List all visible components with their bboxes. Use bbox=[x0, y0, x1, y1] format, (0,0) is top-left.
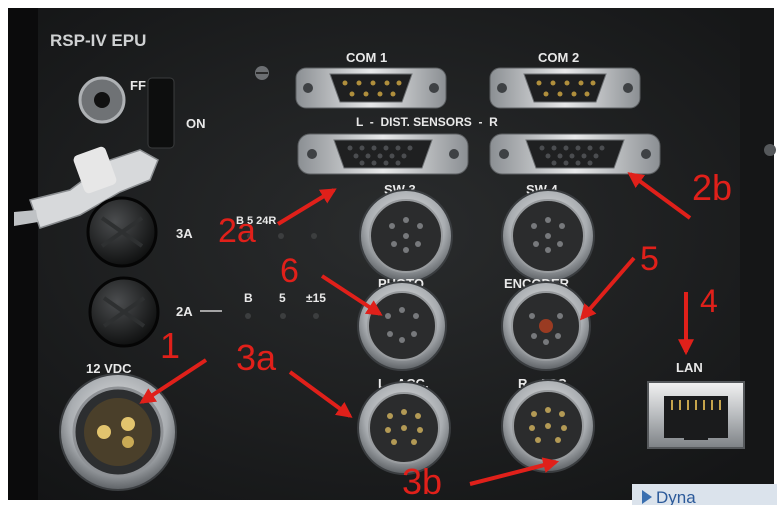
annotation-2a: 2a bbox=[218, 212, 256, 250]
fuse-2a-label: 2A bbox=[176, 304, 193, 319]
switch-on-label: ON bbox=[186, 116, 206, 131]
fuse-3a-label: 3A bbox=[176, 226, 193, 241]
annotation-3b: 3b bbox=[402, 461, 442, 502]
fuse-holder-2a[interactable] bbox=[88, 276, 160, 348]
lan-label: LAN bbox=[676, 360, 703, 375]
com1-label: COM 1 bbox=[346, 50, 387, 65]
model-label: RSP-IV EPU bbox=[50, 31, 146, 50]
photo-port[interactable] bbox=[357, 281, 447, 371]
dist-sensors-label: L - DIST. SENSORS - R bbox=[356, 115, 498, 129]
led-label-5: 5 bbox=[279, 291, 286, 305]
com2-label: COM 2 bbox=[538, 50, 579, 65]
annotation-5: 5 bbox=[640, 240, 659, 278]
annotation-1: 1 bbox=[160, 325, 180, 366]
annotation-4: 4 bbox=[700, 283, 718, 319]
com2-port[interactable] bbox=[489, 67, 641, 109]
encoder-port[interactable] bbox=[501, 281, 591, 371]
annotation-6: 6 bbox=[280, 252, 299, 290]
sw3-port[interactable] bbox=[359, 189, 453, 283]
brand-sticker: Dyna bbox=[632, 484, 777, 505]
led-label-15: ±15 bbox=[306, 291, 326, 305]
dist-sensor-right-port[interactable] bbox=[489, 133, 661, 175]
fuse-holder-3a[interactable] bbox=[86, 196, 158, 268]
r-acc-port[interactable] bbox=[501, 379, 595, 473]
dist-sensor-left-port[interactable] bbox=[297, 133, 469, 175]
equipment-panel-photo: RSP-IV EPU FF ON 3A B 5 24R 2A B 5 ±15 1… bbox=[0, 0, 777, 505]
lan-port[interactable] bbox=[647, 381, 745, 449]
brand-label: Dyna bbox=[656, 488, 696, 505]
panel-screw bbox=[764, 144, 776, 156]
annotation-3a: 3a bbox=[236, 337, 277, 378]
annotation-2b: 2b bbox=[692, 167, 732, 208]
led-label-b: B bbox=[244, 291, 253, 305]
sw4-port[interactable] bbox=[501, 189, 595, 283]
com1-port[interactable] bbox=[295, 67, 447, 109]
panel-screw bbox=[255, 66, 269, 80]
switch-off-label: FF bbox=[130, 78, 146, 93]
